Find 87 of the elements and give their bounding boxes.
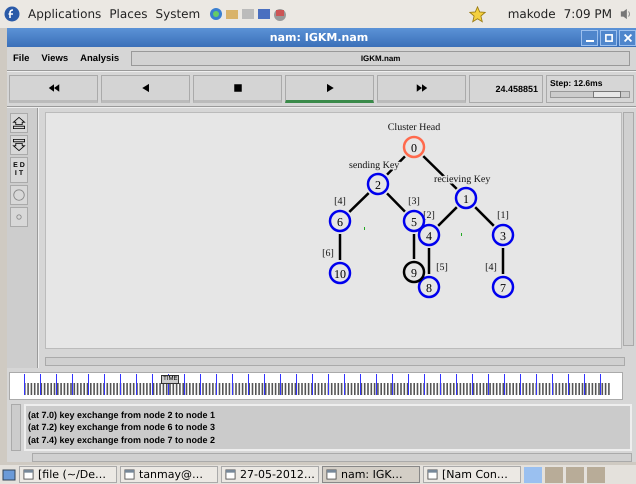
- back-button[interactable]: [101, 75, 190, 103]
- network-node[interactable]: 3: [492, 224, 514, 246]
- link-label: [4]: [334, 196, 346, 207]
- link-line: [412, 234, 416, 259]
- window-title: nam: IGKM.nam: [268, 31, 370, 44]
- horizontal-scrollbar[interactable]: [32, 453, 632, 462]
- link-line: [338, 234, 342, 260]
- network-node[interactable]: 2: [366, 172, 390, 196]
- link-label: [1]: [497, 210, 509, 221]
- network-node[interactable]: 6: [328, 210, 352, 232]
- menu-item[interactable]: Views: [41, 53, 68, 64]
- network-node[interactable]: 8: [418, 276, 440, 298]
- panel-menu[interactable]: Places: [109, 7, 148, 21]
- minimize-icon: [586, 40, 594, 42]
- dot-button[interactable]: [10, 207, 28, 227]
- menu-item[interactable]: File: [13, 53, 30, 64]
- network-node[interactable]: 0: [402, 136, 426, 158]
- link-line: [437, 206, 458, 227]
- window-icon: [124, 469, 135, 480]
- panel-menu[interactable]: System: [155, 7, 200, 21]
- maximize-icon: [604, 34, 612, 42]
- zoom-out-button[interactable]: [10, 135, 28, 155]
- window-icon: [225, 469, 236, 480]
- star-icon[interactable]: [468, 6, 486, 22]
- network-node[interactable]: 4: [418, 224, 440, 246]
- zoom-in-button[interactable]: [10, 113, 28, 133]
- log-line: (at 7.0) key exchange from node 2 to node 1: [28, 408, 216, 421]
- close-button[interactable]: [619, 30, 636, 46]
- close-icon: [624, 34, 632, 42]
- log-line: (at 7.2) key exchange from node 6 to node 3: [28, 421, 216, 434]
- workspace-button[interactable]: [545, 466, 563, 482]
- menu-item[interactable]: Analysis: [80, 53, 120, 64]
- taskbar-button[interactable]: [file (~/De…: [19, 466, 117, 483]
- panel-menu[interactable]: Applications: [28, 7, 102, 21]
- link-line: [428, 248, 430, 274]
- rewind-button[interactable]: [9, 75, 98, 103]
- packet-mark: [461, 233, 462, 236]
- link-line: [502, 248, 504, 274]
- window-icon: [427, 469, 438, 480]
- forward-icon: [416, 83, 428, 93]
- back-icon: [140, 83, 152, 93]
- taskbar-button[interactable]: tanmay@…: [120, 466, 218, 483]
- network-node[interactable]: 7: [492, 276, 514, 298]
- vertical-scrollbar[interactable]: [11, 404, 21, 451]
- maximize-button[interactable]: [600, 30, 617, 46]
- network-node[interactable]: 10: [328, 262, 352, 284]
- play-button[interactable]: [285, 75, 374, 103]
- forward-button[interactable]: [377, 75, 466, 103]
- circle-icon: [11, 188, 27, 202]
- horizontal-scrollbar[interactable]: [45, 356, 625, 366]
- taskbar-button[interactable]: 27-05-2012…: [221, 466, 319, 483]
- window-icon: [23, 469, 34, 480]
- zoom-in-icon: [11, 116, 27, 130]
- slider-thumb[interactable]: [592, 91, 621, 98]
- link-line: [474, 206, 495, 227]
- time-display: 24.458851: [469, 75, 543, 103]
- network-node[interactable]: 1: [454, 186, 478, 210]
- stop-button[interactable]: [193, 75, 282, 103]
- network-node[interactable]: 9: [402, 260, 426, 284]
- link-line: [348, 192, 370, 213]
- taskbar-button[interactable]: [Nam Con…: [423, 466, 521, 483]
- link-label: [6]: [322, 248, 334, 259]
- user-name[interactable]: makode: [508, 7, 556, 21]
- rewind-icon: [48, 83, 60, 93]
- fedora-logo-icon[interactable]: [4, 6, 20, 22]
- minimize-button[interactable]: [581, 30, 598, 46]
- file-name-field: IGKM.nam: [131, 51, 630, 66]
- step-slider[interactable]: [550, 91, 630, 98]
- link-label: [5]: [436, 262, 448, 273]
- step-label: Step: 12.6ms: [550, 78, 604, 88]
- packet-mark: [364, 227, 365, 230]
- circle-button[interactable]: [10, 185, 28, 205]
- vertical-scrollbar[interactable]: [623, 112, 634, 346]
- zoom-out-icon: [11, 138, 27, 152]
- taskbar-button[interactable]: nam: IGK…: [322, 466, 420, 483]
- workspace-button[interactable]: [587, 466, 605, 482]
- node-annotation: Cluster Head: [388, 122, 440, 133]
- link-label: [3]: [408, 196, 420, 207]
- window-icon: [326, 469, 337, 480]
- clock[interactable]: 7:09 PM: [564, 7, 612, 21]
- workspace-button[interactable]: [566, 466, 584, 482]
- link-line: [386, 192, 406, 213]
- link-label: [4]: [485, 262, 497, 273]
- log-line: (at 7.4) key exchange from node 7 to node 2: [28, 434, 216, 446]
- desktop-icon[interactable]: [2, 468, 16, 482]
- speaker-icon[interactable]: [620, 7, 632, 21]
- stop-icon: [232, 83, 244, 93]
